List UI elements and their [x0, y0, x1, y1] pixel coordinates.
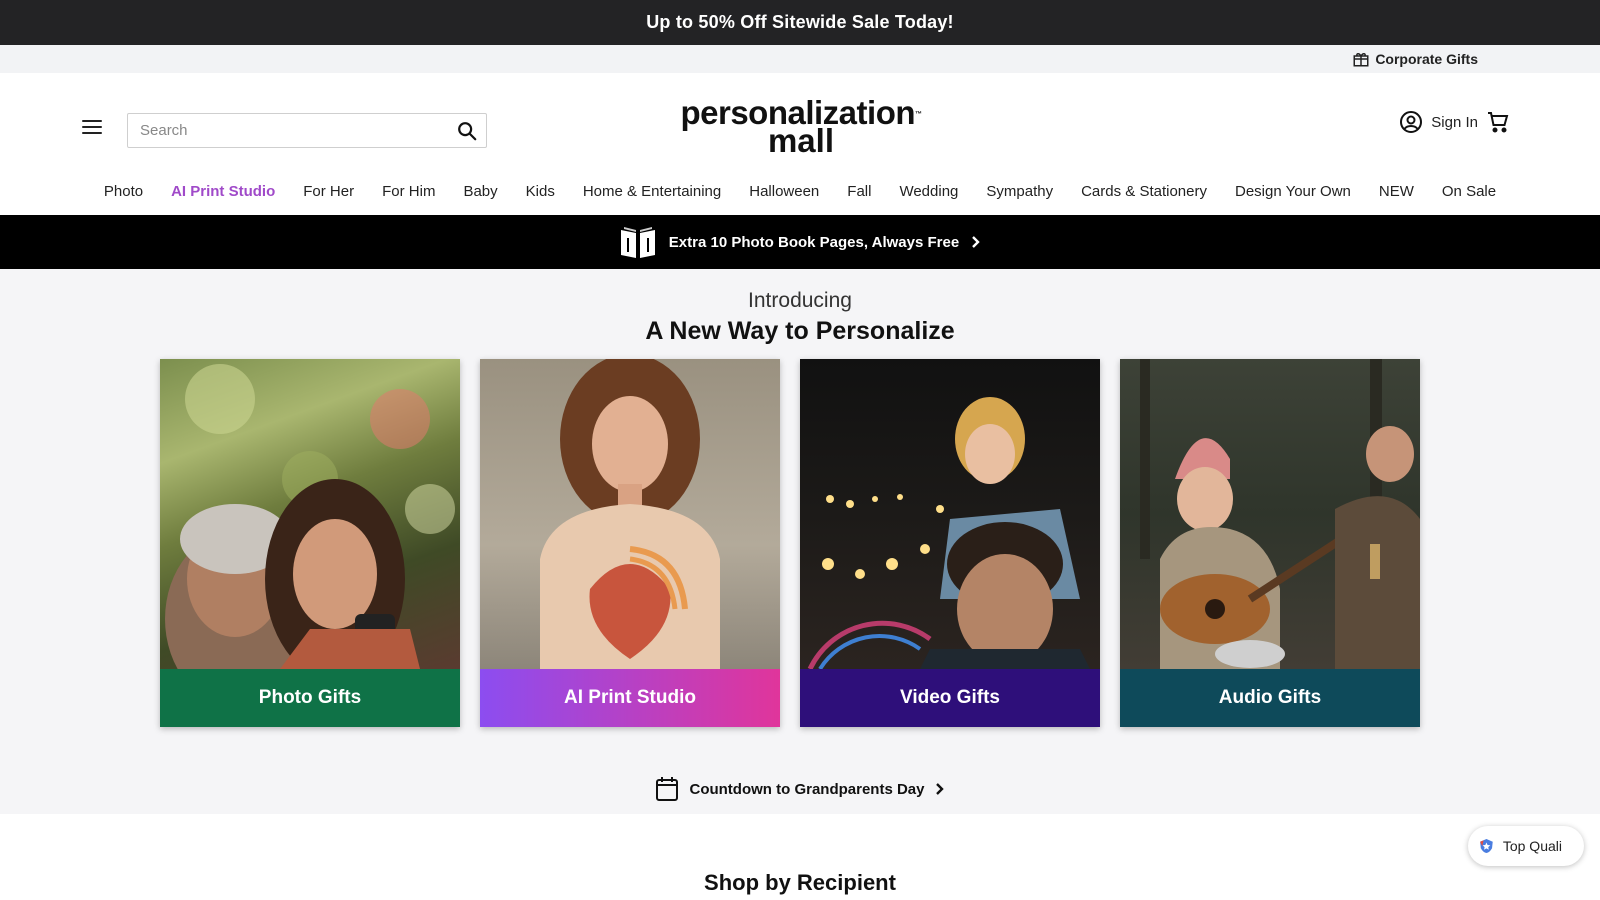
card-audio-gifts[interactable]: Audio Gifts: [1120, 359, 1420, 727]
account-area: Sign In: [1399, 110, 1510, 134]
feature-cards: Photo Gifts AI Print Studio Video Gifts …: [160, 359, 1420, 727]
nav-item-wedding[interactable]: Wedding: [899, 183, 958, 200]
nav-item-fall[interactable]: Fall: [847, 183, 871, 200]
cart-icon[interactable]: [1486, 110, 1510, 134]
chevron-right-icon: [935, 783, 944, 795]
video-gifts-image: [800, 359, 1100, 669]
nav-item-cards-stationery[interactable]: Cards & Stationery: [1081, 183, 1207, 200]
logo-trademark: ™: [915, 111, 922, 118]
search-icon[interactable]: [456, 120, 478, 142]
nav-item-photo[interactable]: Photo: [104, 183, 143, 200]
card-video-gifts[interactable]: Video Gifts: [800, 359, 1100, 727]
gift-icon: [1353, 53, 1369, 67]
audio-gifts-image: [1120, 359, 1420, 669]
logo-line-2: mall: [767, 122, 835, 159]
nav-item-design-your-own[interactable]: Design Your Own: [1235, 183, 1351, 200]
badge-text: Top Quali: [1502, 838, 1562, 854]
corporate-gifts-label: Corporate Gifts: [1375, 51, 1478, 67]
site-logo[interactable]: personalization™ mall: [676, 96, 926, 159]
countdown-link[interactable]: Countdown to Grandparents Day: [0, 776, 1600, 802]
card-label-photo-gifts: Photo Gifts: [160, 669, 460, 727]
ai-print-studio-image: [480, 359, 780, 669]
hero-section: Introducing A New Way to Personalize Pho…: [0, 269, 1600, 814]
user-icon: [1400, 111, 1423, 133]
search-box: [127, 113, 487, 148]
photo-book-text: Extra 10 Photo Book Pages, Always Free: [668, 233, 960, 251]
calendar-icon: [656, 777, 679, 801]
utility-bar: Corporate Gifts: [0, 45, 1600, 73]
quality-badge[interactable]: Top Quali: [1468, 826, 1584, 866]
photo-book-banner[interactable]: Extra 10 Photo Book Pages, Always Free: [0, 215, 1600, 269]
site-header: personalization™ mall Sign In: [0, 73, 1600, 167]
shield-star-icon: [1480, 838, 1493, 854]
shop-by-recipient-heading: Shop by Recipient: [704, 870, 896, 895]
countdown-text: Countdown to Grandparents Day: [689, 780, 925, 798]
nav-item-new[interactable]: NEW: [1379, 183, 1414, 200]
nav-item-ai-print-studio[interactable]: AI Print Studio: [171, 183, 275, 200]
card-label-ai-print-studio: AI Print Studio: [480, 669, 780, 727]
card-ai-print-studio[interactable]: AI Print Studio: [480, 359, 780, 727]
nav-item-for-him[interactable]: For Him: [382, 183, 435, 200]
sign-in-label: Sign In: [1431, 113, 1478, 131]
book-icon: [620, 227, 655, 258]
nav-item-home-entertaining[interactable]: Home & Entertaining: [583, 183, 721, 200]
promo-text: Up to 50% Off Sitewide Sale Today!: [646, 12, 954, 32]
nav-item-halloween[interactable]: Halloween: [749, 183, 819, 200]
photo-gifts-image: [160, 359, 460, 669]
card-photo-gifts[interactable]: Photo Gifts: [160, 359, 460, 727]
main-nav: Photo AI Print Studio For Her For Him Ba…: [0, 167, 1600, 215]
search-input[interactable]: [128, 114, 428, 147]
menu-icon[interactable]: [82, 120, 102, 136]
corporate-gifts-link[interactable]: Corporate Gifts: [1352, 50, 1478, 68]
hero-intro: Introducing A New Way to Personalize: [0, 269, 1600, 346]
sign-in-link[interactable]: Sign In: [1399, 110, 1478, 134]
hero-title: A New Way to Personalize: [645, 317, 955, 345]
nav-item-for-her[interactable]: For Her: [303, 183, 354, 200]
card-label-video-gifts: Video Gifts: [800, 669, 1100, 727]
promo-banner[interactable]: Up to 50% Off Sitewide Sale Today!: [0, 0, 1600, 45]
nav-item-kids[interactable]: Kids: [526, 183, 555, 200]
nav-item-on-sale[interactable]: On Sale: [1442, 183, 1496, 200]
chevron-right-icon: [972, 236, 980, 248]
nav-item-baby[interactable]: Baby: [463, 183, 497, 200]
card-label-audio-gifts: Audio Gifts: [1120, 669, 1420, 727]
nav-item-sympathy[interactable]: Sympathy: [986, 183, 1053, 200]
hero-intro-small: Introducing: [748, 289, 852, 312]
